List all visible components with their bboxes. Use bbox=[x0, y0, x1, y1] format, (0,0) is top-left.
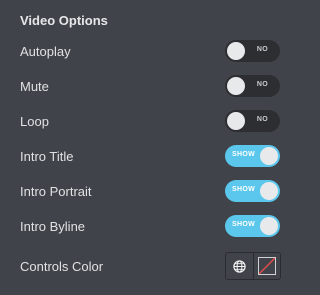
toggle-state-text: NO bbox=[256, 81, 268, 88]
intro-portrait-label: Intro Portrait bbox=[20, 184, 92, 199]
toggle-knob bbox=[260, 217, 278, 235]
autoplay-toggle[interactable]: NO bbox=[225, 40, 280, 62]
toggle-knob bbox=[260, 182, 278, 200]
option-row-autoplay: Autoplay NO bbox=[0, 39, 300, 65]
option-row-intro-portrait: Intro Portrait SHOW bbox=[0, 179, 300, 205]
intro-title-toggle[interactable]: SHOW bbox=[225, 145, 280, 167]
option-row-mute: Mute NO bbox=[0, 74, 300, 100]
intro-title-label: Intro Title bbox=[20, 149, 74, 164]
option-row-intro-title: Intro Title SHOW bbox=[0, 144, 300, 170]
intro-byline-label: Intro Byline bbox=[20, 219, 86, 234]
mute-toggle[interactable]: NO bbox=[225, 75, 280, 97]
global-color-button[interactable] bbox=[226, 253, 254, 279]
toggle-state-text: NO bbox=[256, 46, 268, 53]
loop-label: Loop bbox=[20, 114, 49, 129]
toggle-knob bbox=[227, 112, 245, 130]
loop-toggle[interactable]: NO bbox=[225, 110, 280, 132]
mute-label: Mute bbox=[20, 79, 49, 94]
color-swatch-button[interactable] bbox=[254, 253, 281, 279]
empty-color-swatch bbox=[257, 257, 276, 275]
toggle-state-text: SHOW bbox=[232, 151, 255, 158]
section-title: Video Options bbox=[20, 13, 108, 28]
toggle-state-text: SHOW bbox=[232, 221, 255, 228]
controls-color-picker bbox=[225, 252, 281, 280]
controls-color-label: Controls Color bbox=[20, 259, 104, 274]
intro-byline-toggle[interactable]: SHOW bbox=[225, 215, 280, 237]
toggle-knob bbox=[260, 147, 278, 165]
toggle-state-text: SHOW bbox=[232, 186, 255, 193]
toggle-state-text: NO bbox=[256, 116, 268, 123]
intro-portrait-toggle[interactable]: SHOW bbox=[225, 180, 280, 202]
option-row-intro-byline: Intro Byline SHOW bbox=[0, 214, 300, 240]
option-row-loop: Loop NO bbox=[0, 109, 300, 135]
toggle-knob bbox=[227, 42, 245, 60]
autoplay-label: Autoplay bbox=[20, 44, 71, 59]
toggle-knob bbox=[227, 77, 245, 95]
no-color-slash-icon bbox=[258, 258, 275, 274]
globe-icon bbox=[233, 259, 246, 273]
video-options-panel: Video Options Autoplay NO Mute NO Loop N… bbox=[0, 0, 300, 295]
